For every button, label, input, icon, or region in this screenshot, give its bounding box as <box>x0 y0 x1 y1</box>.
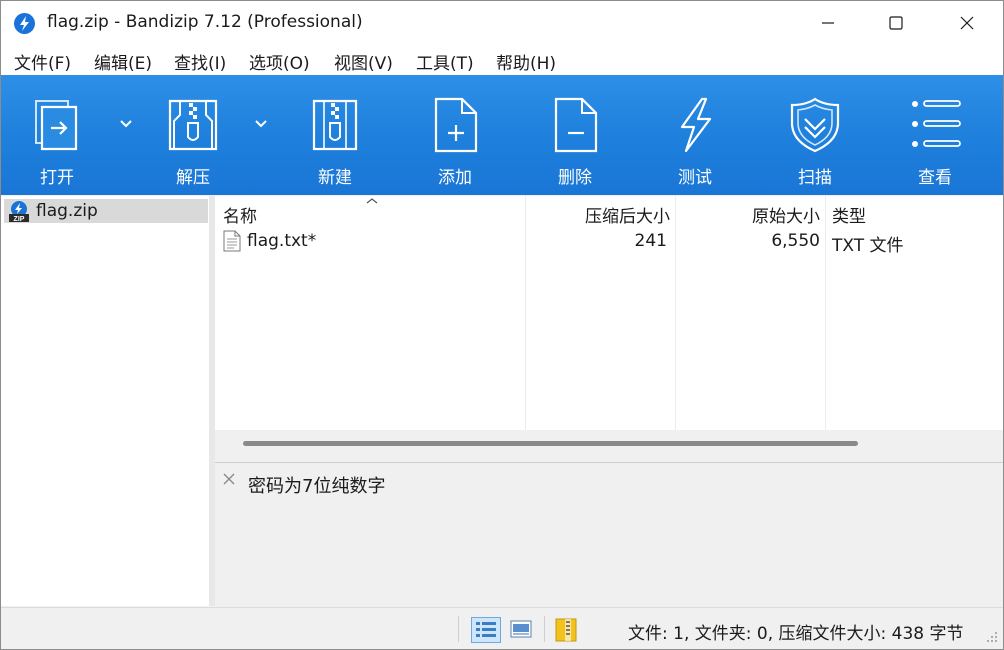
menu-tools[interactable]: 工具(T) <box>416 49 474 74</box>
column-header-name[interactable]: 名称 <box>223 202 257 227</box>
menu-edit[interactable]: 编辑(E) <box>94 49 152 74</box>
menu-options[interactable]: 选项(O) <box>249 49 310 74</box>
tree-item-label: flag.zip <box>36 201 98 221</box>
scrollbar-thumb[interactable] <box>243 441 858 446</box>
horizontal-scrollbar[interactable] <box>215 430 1003 454</box>
new-archive-button[interactable]: 新建 <box>280 75 390 195</box>
maximize-icon <box>889 16 903 30</box>
view-button[interactable]: 查看 <box>880 75 990 195</box>
open-icon <box>35 100 78 151</box>
view-list-icon <box>912 100 961 147</box>
column-divider <box>675 196 676 430</box>
menu-file[interactable]: 文件(F) <box>14 49 71 74</box>
column-header-compressed-size[interactable]: 压缩后大小 <box>585 202 670 227</box>
column-divider <box>525 196 526 430</box>
menu-view[interactable]: 视图(V) <box>334 49 393 74</box>
extract-button[interactable]: 解压 <box>138 75 248 195</box>
extract-icon <box>168 99 218 151</box>
maximize-button[interactable] <box>873 1 919 45</box>
file-compressed-size: 241 <box>634 231 667 251</box>
minimize-button[interactable] <box>805 1 851 45</box>
new-archive-icon <box>312 99 358 151</box>
menu-find[interactable]: 查找(I) <box>174 49 226 74</box>
app-window: flag.zip - Bandizip 7.12 (Professional) … <box>0 0 1004 650</box>
test-button[interactable]: 测试 <box>640 75 750 195</box>
delete-button-label: 删除 <box>558 168 592 188</box>
column-divider <box>825 196 826 430</box>
file-list: 名称 压缩后大小 原始大小 类型 flag.txt* 241 6,550 TXT… <box>215 196 1003 430</box>
status-bar: 文件: 1, 文件夹: 0, 压缩文件大小: 438 字节 <box>1 607 1003 649</box>
tree-item-flag-zip[interactable]: ZIP flag.zip <box>4 199 208 223</box>
scan-button[interactable]: 扫描 <box>760 75 870 195</box>
close-button[interactable] <box>944 1 990 45</box>
test-button-label: 测试 <box>678 168 712 188</box>
open-dropdown-chevron-icon[interactable] <box>119 119 133 129</box>
extract-button-label: 解压 <box>176 168 210 188</box>
window-title: flag.zip - Bandizip 7.12 (Professional) <box>47 12 363 32</box>
close-comment-icon[interactable] <box>222 472 236 486</box>
file-name: flag.txt* <box>247 231 317 251</box>
file-type: TXT 文件 <box>832 236 904 256</box>
close-icon <box>960 16 974 30</box>
status-text: 文件: 1, 文件夹: 0, 压缩文件大小: 438 字节 <box>628 624 964 644</box>
svg-text:ZIP: ZIP <box>14 216 25 222</box>
open-button-label: 打开 <box>40 168 74 188</box>
view-button-label: 查看 <box>918 168 952 188</box>
menu-help[interactable]: 帮助(H) <box>496 49 556 74</box>
status-separator <box>458 616 459 642</box>
archive-info-icon[interactable] <box>554 617 578 643</box>
delete-file-icon <box>554 97 598 153</box>
details-view-icon[interactable] <box>471 617 501 643</box>
resize-grip-icon[interactable] <box>985 630 999 644</box>
scan-button-label: 扫描 <box>798 168 832 188</box>
extract-dropdown-chevron-icon[interactable] <box>254 119 268 129</box>
archive-tree-panel: ZIP flag.zip <box>1 196 209 606</box>
column-header-original-size[interactable]: 原始大小 <box>752 202 820 227</box>
new-archive-button-label: 新建 <box>318 168 352 188</box>
bandizip-logo-icon <box>14 13 35 34</box>
title-bar: flag.zip - Bandizip 7.12 (Professional) <box>1 1 1003 45</box>
add-button-label: 添加 <box>438 168 472 188</box>
add-file-icon <box>434 97 478 153</box>
column-header-type[interactable]: 类型 <box>832 202 866 227</box>
text-file-icon <box>223 230 241 252</box>
status-separator <box>544 616 545 642</box>
zip-archive-icon: ZIP <box>9 201 29 222</box>
menu-bar: 文件(F) 编辑(E) 查找(I) 选项(O) 视图(V) 工具(T) 帮助(H… <box>1 45 1003 75</box>
archive-comment-text: 密码为7位纯数字 <box>248 476 386 497</box>
minimize-icon <box>822 22 834 24</box>
sort-ascending-icon <box>366 198 378 204</box>
file-original-size: 6,550 <box>771 231 820 251</box>
add-button[interactable]: 添加 <box>400 75 510 195</box>
test-lightning-icon <box>680 97 712 153</box>
thumbnail-view-icon[interactable] <box>509 617 533 641</box>
open-button[interactable]: 打开 <box>2 75 112 195</box>
scan-shield-icon <box>790 97 840 153</box>
toolbar: 打开 解压 新建 添加 删除 测试 扫描 查看 <box>1 75 1003 195</box>
archive-comment-pane: 密码为7位纯数字 <box>215 462 1003 607</box>
delete-button[interactable]: 删除 <box>520 75 630 195</box>
